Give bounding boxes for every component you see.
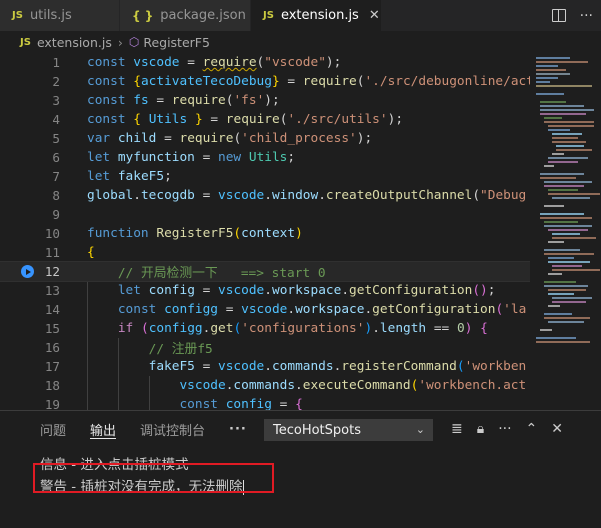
chevron-down-icon: ⌄ <box>415 423 425 436</box>
tab-problems[interactable]: 问题 <box>40 411 66 447</box>
line-number: 7 <box>52 169 60 184</box>
line-number: 9 <box>52 207 60 222</box>
code-line: 17 fakeF5 = vscode.commands.registerComm… <box>0 357 530 376</box>
editor-actions: ··· <box>551 0 593 31</box>
line-number: 1 <box>52 55 60 70</box>
breadcrumb-symbol[interactable]: RegisterF5 <box>143 35 210 50</box>
line-number: 8 <box>52 188 60 203</box>
tab-package-json[interactable]: { } package.json <box>120 0 251 31</box>
code-line: 13 let config = vscode.workspace.getConf… <box>0 281 530 300</box>
line-number: 19 <box>44 397 60 410</box>
tab-debug-console[interactable]: 调试控制台 <box>140 411 205 447</box>
tab-extension-js[interactable]: JS extension.js ✕ <box>251 0 382 31</box>
split-editor-icon[interactable] <box>551 9 566 22</box>
line-number: 3 <box>52 93 60 108</box>
method-symbol-icon: ⬡ <box>128 35 140 49</box>
code-line: 16 // 注册f5 <box>0 338 530 357</box>
code-line: 11{ <box>0 243 530 262</box>
code-editor[interactable]: 1 const vscode = require("vscode"); 2 cons… <box>0 53 530 410</box>
close-icon[interactable]: ✕ <box>369 8 380 23</box>
line-number: 6 <box>52 150 60 165</box>
code-line: 15 if (configg.get('configurations').len… <box>0 319 530 338</box>
tab-utils-js[interactable]: JS utils.js <box>0 0 120 31</box>
output-channel-select[interactable]: TecoHotSpots ⌄ <box>264 419 433 441</box>
code-line: 3 const fs = require('fs'); <box>0 91 530 110</box>
line-number: 4 <box>52 112 60 127</box>
lock-icon[interactable]: 🔒︎ <box>477 421 484 437</box>
code-line: 18 vscode.commands.executeCommand('workb… <box>0 376 530 395</box>
breadcrumb-file[interactable]: extension.js <box>37 35 112 50</box>
more-actions-icon[interactable]: ··· <box>498 421 511 437</box>
code-line-current: 12 // 开局检测一下 ==> start 0 <box>0 261 530 282</box>
panel-actions: ≣ 🔒︎ ··· ⌃ ✕ <box>451 411 563 447</box>
chevron-right-icon: › <box>117 34 123 50</box>
line-number: 15 <box>44 321 60 336</box>
clear-output-icon[interactable]: ≣ <box>451 421 463 437</box>
line-number: 18 <box>44 378 60 393</box>
line-number: 17 <box>44 359 60 374</box>
editor-tab-bar: JS utils.js { } package.json JS extensio… <box>0 0 601 31</box>
tab-label: extension.js <box>280 8 359 23</box>
maximize-panel-icon[interactable]: ⌃ <box>526 421 538 437</box>
code-line: 5 var child = require('child_process'); <box>0 129 530 148</box>
line-number: 16 <box>44 340 60 355</box>
line-number: 10 <box>44 226 60 241</box>
code-line: 4 const { Utils } = require('./src/utils'… <box>0 110 530 129</box>
line-number: 14 <box>44 302 60 317</box>
js-file-icon: JS <box>263 10 274 21</box>
more-actions-icon[interactable]: ··· <box>580 8 593 24</box>
minimap[interactable] <box>530 53 601 410</box>
code-line: 10 function RegisterF5(context) <box>0 224 530 243</box>
breadcrumb: JS extension.js › ⬡ RegisterF5 <box>0 31 601 53</box>
code-line: 7 let fakeF5; <box>0 167 530 186</box>
code-line: 8 global.tecogdb = vscode.window.createOu… <box>0 186 530 205</box>
line-number: 5 <box>52 131 60 146</box>
code-line: 9 <box>0 205 530 224</box>
json-file-icon: { } <box>132 8 154 23</box>
more-tabs-button[interactable]: ··· <box>229 411 247 447</box>
code-line: 1 const vscode = require("vscode"); <box>0 53 530 72</box>
code-line: 6 let myfunction = new Utils; <box>0 148 530 167</box>
code-line: 19 const config = { <box>0 395 530 410</box>
output-channel-value: TecoHotSpots <box>273 422 361 438</box>
tab-label: package.json <box>160 8 246 23</box>
tab-output[interactable]: 输出 <box>90 411 117 447</box>
highlight-box <box>33 463 274 493</box>
code-line: 2 const {activateTecoDebug} = require('./… <box>0 72 530 91</box>
line-number: 13 <box>44 283 60 298</box>
debug-breakpoint-icon[interactable] <box>21 265 34 278</box>
line-number: 11 <box>44 245 60 260</box>
js-file-icon: JS <box>20 36 31 48</box>
js-file-icon: JS <box>12 10 23 21</box>
line-number: 2 <box>52 74 60 89</box>
code-line: 14 const configg = vscode.workspace.getC… <box>0 300 530 319</box>
tab-label: utils.js <box>29 8 72 23</box>
close-panel-icon[interactable]: ✕ <box>551 421 563 437</box>
bottom-panel: 问题 输出 调试控制台 ··· TecoHotSpots ⌄ ≣ 🔒︎ ··· … <box>0 410 601 528</box>
